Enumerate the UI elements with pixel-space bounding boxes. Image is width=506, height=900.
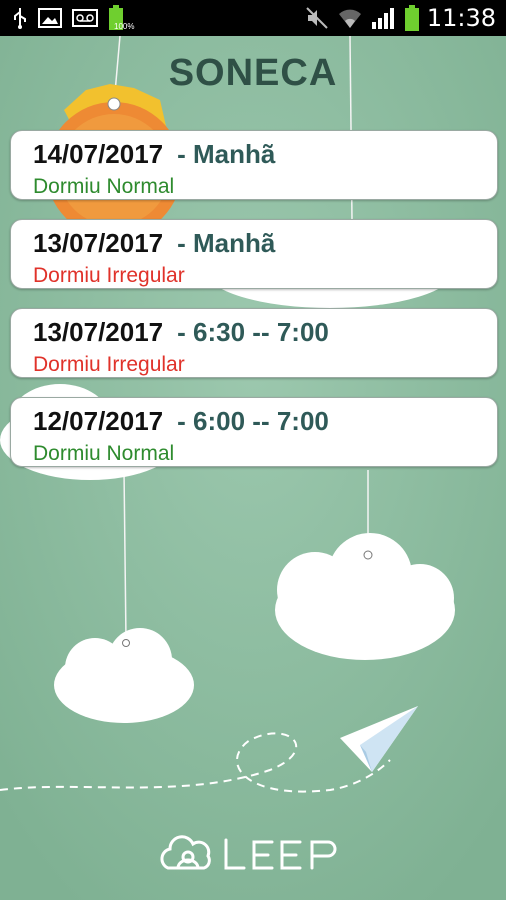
entry-status: Dormiu Normal xyxy=(33,175,175,198)
battery-percent-label: 100% xyxy=(114,22,135,31)
status-clock: 11:38 xyxy=(426,4,496,32)
entry-period: - Manhã xyxy=(177,139,276,169)
mute-icon xyxy=(305,6,329,30)
leep-logo xyxy=(160,835,337,870)
entry-status: Dormiu Irregular xyxy=(33,264,185,287)
entry-period: - 6:30 -- 7:00 xyxy=(177,317,329,347)
sleep-entry-card[interactable]: 13/07/2017 - 6:30 -- 7:00 Dormiu Irregula… xyxy=(10,308,498,378)
entry-date: 12/07/2017 xyxy=(33,406,164,436)
signal-icon xyxy=(371,6,397,30)
image-icon xyxy=(38,8,62,28)
entry-period: - 6:00 -- 7:00 xyxy=(177,406,329,436)
sleep-entry-card[interactable]: 12/07/2017 - 6:00 -- 7:00 Dormiu Normal xyxy=(10,397,498,467)
entry-date: 14/07/2017 xyxy=(33,139,164,169)
wifi-icon xyxy=(337,6,363,30)
sleep-entry-card[interactable]: 13/07/2017 - Manhã Dormiu Irregular xyxy=(10,219,498,289)
entry-status: Dormiu Normal xyxy=(33,442,175,465)
voicemail-icon xyxy=(72,9,98,27)
entry-status: Dormiu Irregular xyxy=(33,353,185,376)
battery-icon xyxy=(404,5,419,31)
sleep-entry-card[interactable]: 14/07/2017 - Manhã Dormiu Normal xyxy=(10,130,498,200)
entry-date: 13/07/2017 xyxy=(33,317,164,347)
entry-period: - Manhã xyxy=(177,228,276,258)
status-bar: 100% 11:38 xyxy=(0,0,506,36)
entry-date: 13/07/2017 xyxy=(33,228,164,258)
usb-icon xyxy=(12,6,28,30)
page-title: SONECA xyxy=(168,52,338,94)
